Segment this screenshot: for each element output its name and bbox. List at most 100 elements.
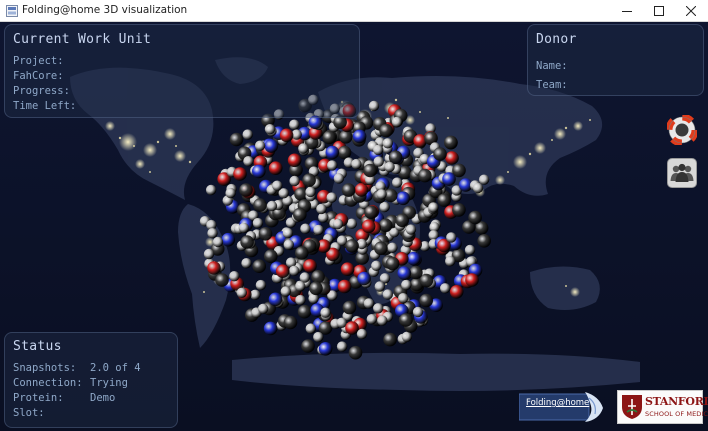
atom <box>316 203 327 215</box>
atom <box>357 271 371 286</box>
minimize-icon <box>622 11 632 12</box>
atom <box>309 281 323 296</box>
atom <box>239 183 253 197</box>
atom <box>444 135 458 150</box>
atom <box>382 289 393 300</box>
stanford-name: STANFORD <box>645 395 708 408</box>
progress-label: Progress: <box>13 85 70 97</box>
atom <box>229 132 244 147</box>
atom <box>378 218 393 233</box>
atom <box>272 180 283 191</box>
atom <box>207 228 218 239</box>
stanford-subtitle: SCHOOL OF MEDICINE <box>645 410 708 418</box>
status-title: Status <box>13 339 62 354</box>
stanford-medicine-logo: STANFORD SCHOOL OF MEDICINE <box>617 390 708 424</box>
atom <box>255 279 267 291</box>
atom <box>295 281 306 292</box>
atom <box>322 130 337 145</box>
atom <box>452 203 466 217</box>
atom <box>419 293 434 308</box>
atom <box>396 191 411 206</box>
atom <box>301 339 315 353</box>
atom <box>336 317 347 328</box>
atom <box>351 158 362 170</box>
slot-label: Slot: <box>13 407 45 419</box>
atom <box>229 271 240 282</box>
fah-logo-text: Folding@home <box>526 398 590 408</box>
atom <box>264 139 279 153</box>
time-left-label: Time Left: <box>13 100 77 112</box>
atom <box>399 313 413 327</box>
minimize-button[interactable] <box>611 0 643 22</box>
folding-app-icon <box>6 5 18 17</box>
atom <box>472 182 484 194</box>
atom <box>205 184 217 196</box>
atom <box>437 193 452 207</box>
atom <box>363 163 377 178</box>
atom <box>268 292 283 307</box>
atom <box>339 130 353 144</box>
help-button[interactable] <box>665 113 699 147</box>
atom <box>203 248 215 260</box>
atom <box>465 273 479 287</box>
atom <box>318 342 333 356</box>
atom <box>440 283 451 294</box>
maximize-icon <box>654 6 664 16</box>
atom <box>266 200 278 212</box>
maximize-button[interactable] <box>643 0 675 22</box>
donor-panel: Donor Name: Team: <box>527 24 704 96</box>
atom <box>252 217 264 229</box>
atom <box>280 286 291 297</box>
atom <box>207 261 221 275</box>
atom <box>383 332 397 347</box>
close-button[interactable] <box>675 0 707 22</box>
atom <box>236 287 247 298</box>
atom <box>387 242 398 253</box>
atom <box>418 168 432 183</box>
team-button[interactable] <box>667 158 697 188</box>
atom <box>391 116 403 128</box>
atom <box>275 264 290 278</box>
stanford-shield-icon <box>622 395 642 419</box>
atom <box>313 331 324 343</box>
atom <box>449 285 464 299</box>
atom <box>405 224 417 235</box>
atom <box>477 234 492 248</box>
atom <box>254 140 266 151</box>
atom <box>401 331 413 342</box>
folding-at-home-logo[interactable]: Folding@home <box>519 390 605 424</box>
atom <box>376 189 387 200</box>
visualization-scene[interactable]: Current Work Unit Project: FahCore: Prog… <box>0 22 708 431</box>
atom <box>337 279 352 294</box>
atom <box>366 314 377 325</box>
atom <box>332 218 344 230</box>
donor-title: Donor <box>536 32 577 47</box>
atom <box>478 174 490 185</box>
atom <box>251 164 266 179</box>
atom <box>374 281 385 292</box>
atom <box>327 160 338 171</box>
atom <box>293 207 307 222</box>
protein-label: Protein: <box>13 392 64 404</box>
atom <box>348 345 363 360</box>
atom <box>333 173 345 184</box>
atom <box>468 210 482 225</box>
atom <box>379 201 390 213</box>
atom <box>446 232 457 243</box>
atom <box>407 251 421 266</box>
atom <box>398 293 409 304</box>
atom <box>363 298 375 309</box>
atom <box>361 219 376 234</box>
atom <box>279 128 294 143</box>
atom <box>385 256 400 271</box>
atom <box>313 224 324 236</box>
fahcore-label: FahCore: <box>13 70 64 82</box>
atom <box>364 205 378 219</box>
atom <box>289 175 300 187</box>
atom <box>289 119 300 130</box>
atom <box>303 259 317 273</box>
atom <box>379 123 393 138</box>
atom <box>300 223 311 234</box>
atom <box>337 145 352 160</box>
atom <box>225 187 236 199</box>
